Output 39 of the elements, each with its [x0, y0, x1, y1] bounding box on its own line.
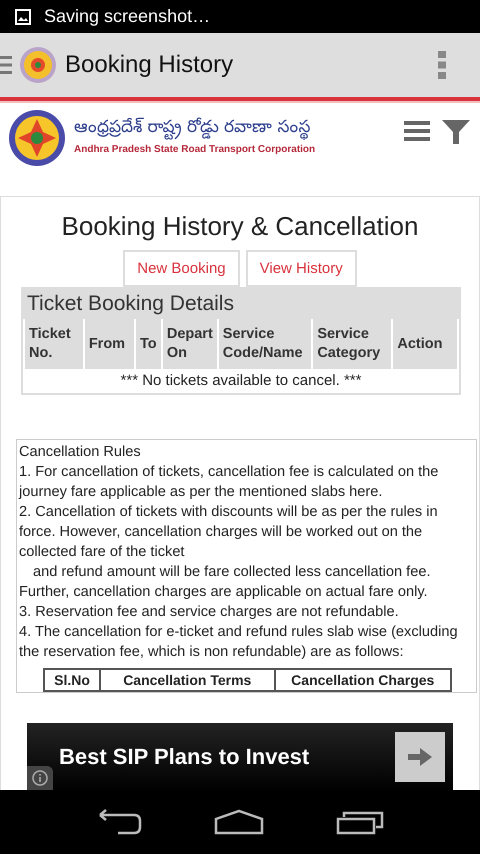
column-header: Depart On: [162, 319, 217, 369]
column-header: Service Code/Name: [218, 319, 312, 369]
ad-banner[interactable]: Best SIP Plans to Invest: [27, 723, 453, 790]
tab[interactable]: New Booking: [123, 250, 240, 287]
arrow-icon: [408, 748, 432, 766]
rule-text: 1. For cancellation of tickets, cancellation fee is calculated on the journey fare applicable as per the mentioned slabs here.: [19, 463, 440, 502]
info-button[interactable]: [27, 766, 53, 790]
ad-text: Best SIP Plans to Invest: [59, 744, 310, 770]
empty-message: *** No tickets available to cancel. ***: [120, 371, 362, 391]
column-header: Ticket No.: [25, 319, 83, 369]
table-caption: Ticket Booking Details: [23, 289, 459, 319]
more-options-icon[interactable]: [438, 51, 446, 79]
rule-text: 4. The cancellation for e-ticket and refund rules slab wise (excluding the reservation fee, which is non refundable) are as follows:: [19, 623, 459, 662]
filter-icon[interactable]: [442, 120, 470, 144]
column-header: Cancellation Charges: [290, 671, 436, 690]
rule-text: 3. Reservation fee and service charges are not refundable.: [19, 603, 400, 622]
column-header: Service Category: [313, 319, 392, 369]
notification-text: Saving screenshot…: [44, 6, 210, 27]
menu-icon[interactable]: [404, 120, 430, 142]
emblem-icon[interactable]: [19, 46, 57, 84]
recent-apps-icon[interactable]: [336, 809, 384, 835]
menu-icon[interactable]: [0, 54, 12, 76]
arrow-button[interactable]: [395, 732, 445, 782]
organization-name: Andhra Pradesh State Road Transport Corporation: [74, 144, 316, 155]
page-title: Booking History & Cancellation: [60, 211, 420, 242]
image-icon: [15, 8, 31, 24]
info-icon: [32, 770, 48, 786]
home-icon[interactable]: [214, 809, 264, 835]
emblem-icon: [8, 109, 66, 167]
column-header: Action: [393, 319, 457, 369]
column-header: Sl.No: [45, 670, 101, 690]
column-header: To: [136, 319, 161, 369]
column-header: From: [84, 319, 134, 369]
rule-text: and refund amount will be fare collected less cancellation fee. Further, cancellation charges are applicable on actual fare only.: [19, 563, 432, 602]
rules-heading: Cancellation Rules: [19, 443, 142, 462]
column-header: Cancellation Terms: [101, 670, 276, 690]
screen-title: Booking History: [65, 51, 234, 79]
organization-name: ఆంధ్రప్రదేశ్ రాష్ట్ర రోడ్డు రవాణా సంస్థ: [74, 117, 392, 140]
tab[interactable]: View History: [246, 250, 357, 287]
